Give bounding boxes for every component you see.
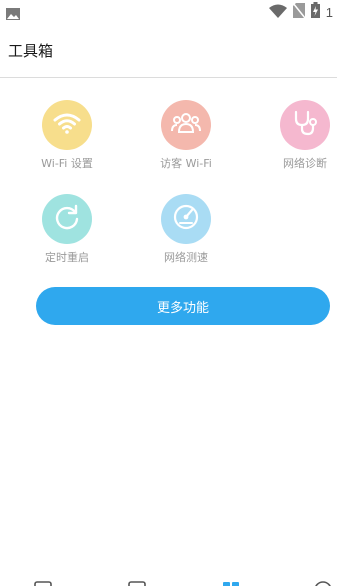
tool-speed-test[interactable]: 网络测速 — [139, 194, 229, 274]
bottom-nav — [0, 574, 337, 586]
profile-icon[interactable] — [314, 580, 332, 586]
home-icon[interactable] — [34, 580, 52, 586]
tool-circle[interactable] — [161, 194, 211, 244]
status-bar: 1 — [0, 0, 337, 24]
stethoscope-icon — [292, 110, 318, 140]
image-icon — [6, 5, 20, 24]
tool-guest-wifi[interactable]: 访客 Wi-Fi — [139, 100, 229, 180]
battery-charging-icon — [310, 2, 320, 22]
speedometer-icon — [172, 203, 200, 235]
app-header: 工具箱 — [0, 24, 337, 78]
tool-label: 访客 Wi-Fi — [160, 157, 212, 170]
guests-icon — [170, 112, 202, 138]
page-title: 工具箱 — [8, 42, 54, 60]
tool-label: 网络测速 — [164, 251, 208, 264]
tool-wifi-settings[interactable]: Wi-Fi 设置 — [20, 100, 110, 180]
tool-network-diagnosis[interactable]: 网络诊断 — [258, 100, 337, 180]
tool-circle[interactable] — [42, 100, 92, 150]
toolbox-icon[interactable] — [222, 580, 240, 586]
tool-circle[interactable] — [42, 194, 92, 244]
restart-icon — [54, 204, 80, 234]
device-icon[interactable] — [128, 580, 146, 586]
tools-grid: Wi-Fi 设置 访客 Wi-Fi 网络诊断 定时重启 网络测速 — [0, 100, 337, 270]
more-features-button[interactable]: 更多功能 — [36, 287, 330, 325]
wifi-icon — [53, 111, 81, 139]
tool-label: 网络诊断 — [283, 157, 327, 170]
tool-circle[interactable] — [280, 100, 330, 150]
tool-circle[interactable] — [161, 100, 211, 150]
no-sim-icon — [292, 2, 306, 22]
status-time: 1 — [325, 4, 333, 20]
tool-scheduled-restart[interactable]: 定时重启 — [20, 194, 110, 274]
tool-label: 定时重启 — [45, 251, 89, 264]
tool-label: Wi-Fi 设置 — [41, 157, 93, 170]
wifi-icon — [268, 3, 287, 22]
